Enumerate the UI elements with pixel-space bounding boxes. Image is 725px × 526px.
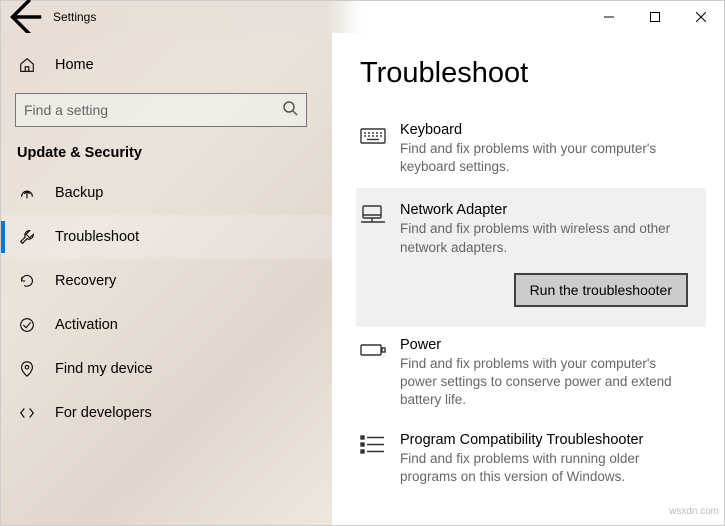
activation-icon [17, 315, 37, 335]
search-input[interactable] [24, 102, 282, 118]
search-box[interactable] [15, 93, 307, 127]
troubleshoot-item-desc: Find and fix problems with your computer… [400, 355, 696, 410]
troubleshoot-item-desc: Find and fix problems with your computer… [400, 140, 696, 176]
minimize-button[interactable] [586, 1, 632, 33]
troubleshoot-item-desc: Find and fix problems with wireless and … [400, 220, 694, 256]
program-compat-icon [360, 434, 388, 458]
sidebar-item-label: Activation [55, 317, 118, 333]
sidebar-item-label: Recovery [55, 273, 116, 289]
sidebar-item-troubleshoot[interactable]: Troubleshoot [1, 215, 332, 259]
sidebar-item-find-my-device[interactable]: Find my device [1, 347, 332, 391]
troubleshoot-item-power[interactable]: Power Find and fix problems with your co… [360, 327, 706, 422]
troubleshoot-item-title: Network Adapter [400, 202, 694, 218]
sidebar-item-for-developers[interactable]: For developers [1, 391, 332, 435]
developers-icon [17, 403, 37, 423]
home-icon [17, 55, 37, 75]
troubleshoot-item-title: Program Compatibility Troubleshooter [400, 432, 696, 448]
app-title: Settings [53, 10, 96, 24]
back-button[interactable] [1, 1, 47, 33]
nav-home[interactable]: Home [1, 43, 332, 87]
sidebar-item-label: For developers [55, 405, 152, 421]
sidebar-item-backup[interactable]: Backup [1, 171, 332, 215]
window-controls [586, 1, 724, 33]
minimize-icon [604, 12, 614, 22]
location-icon [17, 359, 37, 379]
sidebar-section-header: Update & Security [1, 141, 332, 171]
sidebar-item-label: Troubleshoot [55, 229, 139, 245]
close-button[interactable] [678, 1, 724, 33]
maximize-icon [650, 12, 660, 22]
keyboard-icon [360, 124, 388, 148]
close-icon [696, 12, 706, 22]
troubleshoot-item-title: Keyboard [400, 122, 696, 138]
sidebar: Home Update & Security Backup Troublesho… [1, 33, 332, 525]
recovery-icon [17, 271, 37, 291]
sidebar-item-activation[interactable]: Activation [1, 303, 332, 347]
troubleshoot-item-network-adapter[interactable]: Network Adapter Find and fix problems wi… [356, 188, 706, 326]
troubleshoot-item-title: Power [400, 337, 696, 353]
troubleshoot-item-keyboard[interactable]: Keyboard Find and fix problems with your… [360, 112, 706, 188]
watermark: wsxdn.com [669, 506, 719, 517]
search-wrap [15, 93, 318, 127]
search-icon [282, 100, 298, 121]
nav-home-label: Home [55, 57, 94, 73]
sidebar-item-recovery[interactable]: Recovery [1, 259, 332, 303]
content: Home Update & Security Backup Troublesho… [1, 33, 724, 525]
page-title: Troubleshoot [360, 57, 706, 90]
power-icon [360, 339, 388, 363]
titlebar: Settings [1, 1, 724, 33]
troubleshoot-icon [17, 227, 37, 247]
troubleshoot-item-desc: Find and fix problems with running older… [400, 450, 696, 486]
sidebar-item-label: Backup [55, 185, 103, 201]
main-panel: Troubleshoot Keyboard Find and fix probl… [332, 33, 724, 525]
troubleshoot-item-program-compatibility[interactable]: Program Compatibility Troubleshooter Fin… [360, 422, 706, 498]
maximize-button[interactable] [632, 1, 678, 33]
sidebar-item-label: Find my device [55, 361, 153, 377]
network-adapter-icon [360, 204, 388, 228]
run-troubleshooter-button[interactable]: Run the troubleshooter [514, 273, 688, 307]
backup-icon [17, 183, 37, 203]
